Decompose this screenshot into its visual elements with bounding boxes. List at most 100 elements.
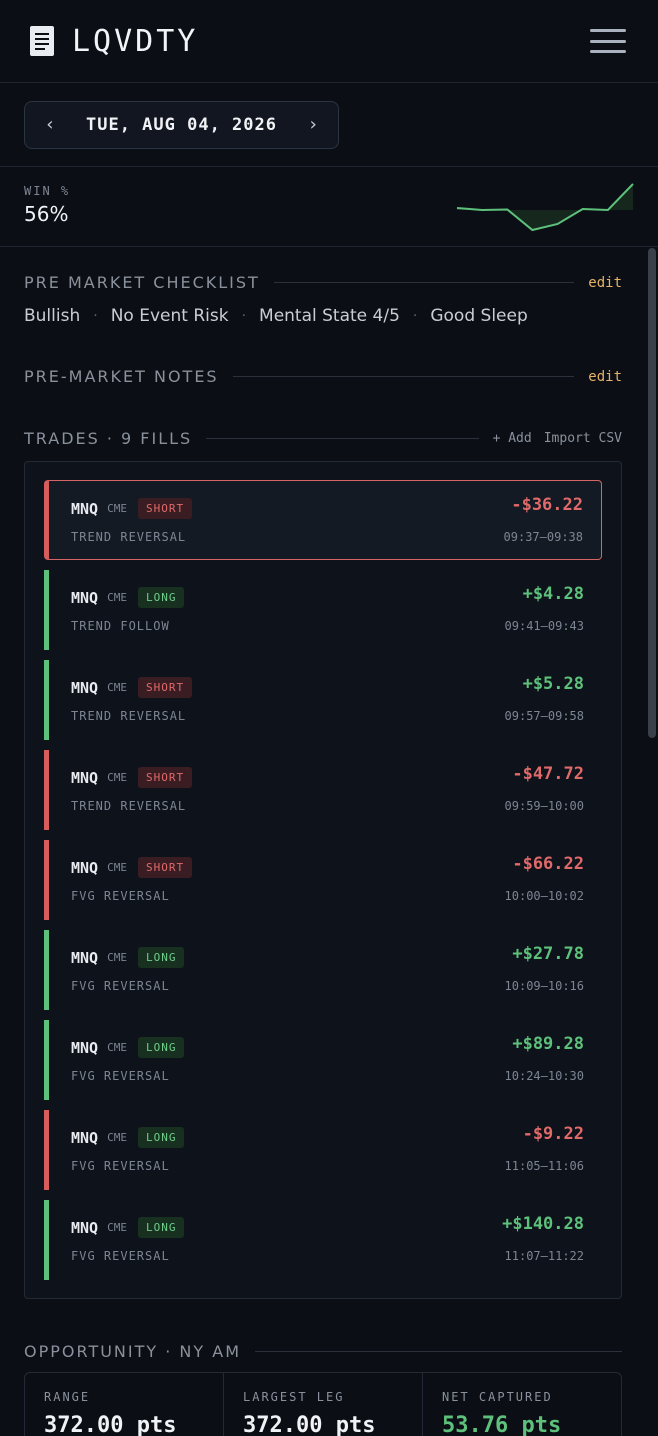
stat-value: 372.00 pts <box>44 1413 177 1436</box>
trade-time: 09:37–09:38 <box>503 530 583 544</box>
trade-symbol: MNQ <box>71 499 99 518</box>
checklist-item: Mental State 4/5 <box>259 306 400 326</box>
trade-symbol: MNQ <box>71 858 99 877</box>
opportunity-range: RANGE 372.00 pts <box>25 1373 224 1436</box>
premarket-checklist-header: PRE MARKET CHECKLIST edit <box>24 273 622 292</box>
trade-exchange: CME <box>107 502 127 515</box>
menu-icon[interactable] <box>590 29 626 53</box>
stat-label: LARGEST LEG <box>243 1390 345 1404</box>
trade-symbol: MNQ <box>71 948 99 967</box>
separator: · <box>412 308 418 324</box>
trade-pnl: -$66.22 <box>512 854 584 874</box>
date-bar: ‹ TUE, AUG 04, 2026 › <box>0 83 658 167</box>
trades-section: TRADES · 9 FILLS + Add Import CSV MNQ CME… <box>24 386 622 1299</box>
trade-time: 10:00–10:02 <box>504 889 584 903</box>
divider <box>232 376 575 377</box>
opportunity-stats: RANGE 372.00 pts LARGEST LEG 372.00 pts … <box>24 1372 622 1436</box>
trade-instrument: MNQ CME SHORT <box>71 857 584 878</box>
trades-actions: + Add Import CSV <box>493 431 622 446</box>
trade-pnl: +$27.78 <box>512 944 584 964</box>
brand[interactable]: LQVDTY <box>30 24 198 59</box>
trade-row[interactable]: MNQ CME LONG FVG REVERSAL +$27.78 10:09–10:16 <box>44 930 602 1010</box>
trade-side-badge: LONG <box>137 947 185 968</box>
trade-row[interactable]: MNQ CME SHORT TREND REVERSAL +$5.28 09:57–09:… <box>44 660 602 740</box>
trade-row[interactable]: MNQ CME LONG FVG REVERSAL -$9.22 11:05–11:06 <box>44 1110 602 1190</box>
checklist-item: Bullish <box>24 306 81 326</box>
section-title: PRE-MARKET NOTES <box>24 367 219 386</box>
trade-side-badge: SHORT <box>137 677 193 698</box>
edit-notes-link[interactable]: edit <box>588 369 622 385</box>
trade-row[interactable]: MNQ CME LONG TREND FOLLOW +$4.28 09:41–09:43 <box>44 570 602 650</box>
app-header: LQVDTY <box>0 0 658 83</box>
checklist-items: Bullish · No Event Risk · Mental State 4… <box>24 306 622 326</box>
trades-header: TRADES · 9 FILLS + Add Import CSV <box>24 429 622 448</box>
trades-list: MNQ CME SHORT TREND REVERSAL -$36.22 09:37–09… <box>24 461 622 1299</box>
trade-side-badge: SHORT <box>137 498 193 519</box>
trade-symbol: MNQ <box>71 678 99 697</box>
opportunity-net-captured: NET CAPTURED 53.76 pts <box>423 1373 621 1436</box>
trade-time: 10:24–10:30 <box>504 1069 584 1083</box>
trade-exchange: CME <box>107 1041 127 1054</box>
section-title: TRADES · 9 FILLS <box>24 429 193 448</box>
main-content: PRE MARKET CHECKLIST edit Bullish · No E… <box>0 247 658 1436</box>
trade-exchange: CME <box>107 1131 127 1144</box>
trade-row[interactable]: MNQ CME LONG FVG REVERSAL +$140.28 11:07–11:2… <box>44 1200 602 1280</box>
trade-instrument: MNQ CME SHORT <box>71 677 584 698</box>
stat-label: NET CAPTURED <box>442 1390 553 1404</box>
date-picker: ‹ TUE, AUG 04, 2026 › <box>24 100 339 149</box>
trade-pnl: +$89.28 <box>512 1034 584 1054</box>
trade-time: 09:41–09:43 <box>504 619 584 633</box>
trade-instrument: MNQ CME LONG <box>71 1037 584 1058</box>
win-rate-sparkline <box>456 183 634 232</box>
trade-row[interactable]: MNQ CME SHORT FVG REVERSAL -$66.22 10:00–10:0… <box>44 840 602 920</box>
trade-pnl: +$5.28 <box>522 674 584 694</box>
sparkline-area <box>457 184 633 230</box>
premarket-checklist-section: PRE MARKET CHECKLIST edit Bullish · No E… <box>24 247 622 326</box>
document-icon <box>30 26 54 56</box>
section-title: OPPORTUNITY · NY AM <box>24 1342 241 1361</box>
separator: · <box>93 308 98 324</box>
trade-side-badge: SHORT <box>137 767 193 788</box>
stat-value: 53.76 pts <box>442 1413 562 1436</box>
trade-row[interactable]: MNQ CME SHORT TREND REVERSAL -$47.72 09:59–10… <box>44 750 602 830</box>
current-date[interactable]: TUE, AUG 04, 2026 <box>86 115 277 135</box>
trade-exchange: CME <box>107 771 127 784</box>
trade-pnl: +$4.28 <box>522 584 584 604</box>
divider <box>206 438 479 439</box>
trade-exchange: CME <box>107 591 127 604</box>
trade-time: 09:59–10:00 <box>504 799 584 813</box>
trade-row[interactable]: MNQ CME LONG FVG REVERSAL +$89.28 10:24–10:30 <box>44 1020 602 1100</box>
import-csv-button[interactable]: Import CSV <box>544 431 622 446</box>
trade-time: 09:57–09:58 <box>504 709 584 723</box>
trade-pnl: -$9.22 <box>522 1124 584 1144</box>
next-day-chevron-icon[interactable]: › <box>306 114 320 135</box>
trade-pnl: -$47.72 <box>512 764 584 784</box>
trade-pnl: +$140.28 <box>502 1214 584 1234</box>
divider <box>273 282 575 283</box>
trade-pnl: -$36.22 <box>511 495 583 515</box>
opportunity-largest-leg: LARGEST LEG 372.00 pts <box>224 1373 423 1436</box>
trade-row[interactable]: MNQ CME SHORT TREND REVERSAL -$36.22 09:37–09… <box>44 480 602 560</box>
trade-instrument: MNQ CME LONG <box>71 947 584 968</box>
prev-day-chevron-icon[interactable]: ‹ <box>43 114 57 135</box>
trade-symbol: MNQ <box>71 768 99 787</box>
separator: · <box>241 308 247 324</box>
edit-checklist-link[interactable]: edit <box>588 275 622 291</box>
win-rate-strip: WIN % 56% <box>0 167 658 247</box>
trade-time: 10:09–10:16 <box>504 979 584 993</box>
trade-instrument: MNQ CME LONG <box>71 1127 584 1148</box>
trade-exchange: CME <box>107 861 127 874</box>
trade-side-badge: LONG <box>137 1217 185 1238</box>
page: LQVDTY ‹ TUE, AUG 04, 2026 › WIN % 56% P… <box>0 0 658 1436</box>
trade-time: 11:07–11:22 <box>504 1249 584 1263</box>
trade-side-badge: SHORT <box>137 857 193 878</box>
trade-exchange: CME <box>107 951 127 964</box>
app-name: LQVDTY <box>72 23 199 59</box>
add-trade-button[interactable]: + Add <box>493 431 532 446</box>
trade-symbol: MNQ <box>71 1038 99 1057</box>
premarket-notes-section: PRE-MARKET NOTES edit <box>24 326 622 386</box>
trade-instrument: MNQ CME SHORT <box>71 498 583 519</box>
opportunity-section: OPPORTUNITY · NY AM RANGE 372.00 pts LAR… <box>24 1299 622 1436</box>
divider <box>255 1351 622 1352</box>
trade-instrument: MNQ CME SHORT <box>71 767 584 788</box>
